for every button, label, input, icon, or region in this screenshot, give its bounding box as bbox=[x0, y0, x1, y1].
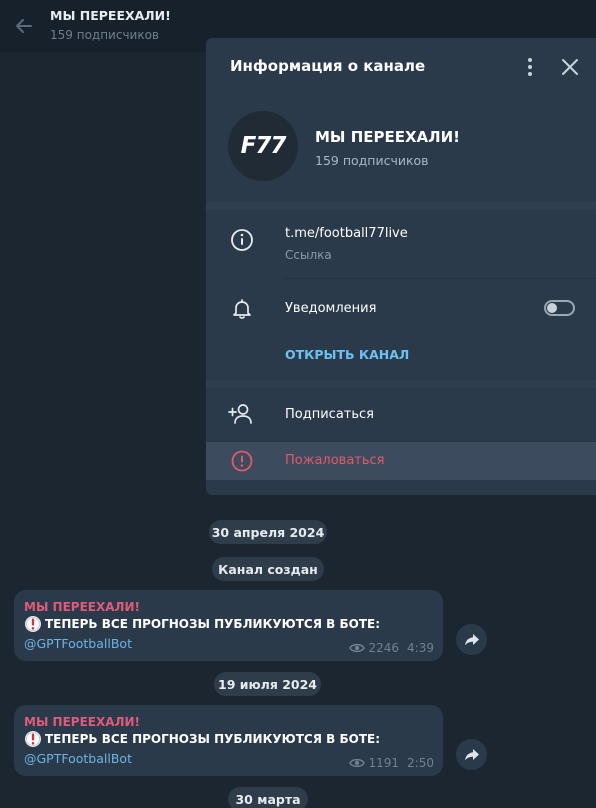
forward-button[interactable] bbox=[456, 624, 487, 655]
divider bbox=[206, 202, 596, 210]
service-message: Канал создан bbox=[212, 557, 324, 581]
open-channel-button[interactable]: ОТКРЫТЬ КАНАЛ bbox=[285, 347, 409, 362]
exclamation-icon bbox=[25, 731, 41, 747]
message-meta: 1191 2:50 bbox=[348, 756, 434, 770]
message-bubble[interactable]: МЫ ПЕРЕЕХАЛИ! ТЕПЕРЬ ВСЕ ПРОГНОЗЫ ПУБЛИК… bbox=[14, 705, 443, 776]
avatar-logo: F77 bbox=[240, 133, 287, 159]
message-text-content: ТЕПЕРЬ ВСЕ ПРОГНОЗЫ ПУБЛИКУЮТСЯ В БОТЕ: bbox=[45, 617, 380, 631]
bot-link[interactable]: @GPTFootballBot bbox=[24, 751, 132, 766]
bot-link[interactable]: @GPTFootballBot bbox=[24, 636, 132, 651]
message-time: 2:50 bbox=[407, 756, 434, 770]
channel-info-panel: Информация о канале F77 МЫ ПЕРЕЕХАЛИ! 15… bbox=[206, 38, 596, 495]
message-bubble[interactable]: МЫ ПЕРЕЕХАЛИ! ТЕПЕРЬ ВСЕ ПРОГНОЗЫ ПУБЛИК… bbox=[14, 590, 443, 661]
exclamation-icon bbox=[25, 616, 41, 632]
eye-icon bbox=[348, 758, 365, 768]
view-count: 1191 bbox=[368, 756, 400, 770]
divider bbox=[206, 380, 596, 388]
channel-name: МЫ ПЕРЕЕХАЛИ! bbox=[315, 128, 461, 146]
panel-title: Информация о канале bbox=[230, 57, 426, 75]
chat-title[interactable]: МЫ ПЕРЕЕХАЛИ! bbox=[50, 8, 171, 23]
close-icon[interactable] bbox=[559, 56, 581, 78]
notifications-label: Уведомления bbox=[285, 301, 377, 316]
forward-icon bbox=[464, 633, 479, 645]
chat-subtitle: 159 подписчиков bbox=[50, 28, 159, 42]
channel-link[interactable]: t.me/football77live bbox=[285, 226, 408, 241]
view-count: 2246 bbox=[368, 641, 400, 655]
report-button[interactable]: Пожаловаться bbox=[285, 453, 385, 468]
subscriber-count: 159 подписчиков bbox=[315, 153, 429, 168]
alert-circle-icon bbox=[231, 450, 253, 472]
info-icon bbox=[231, 229, 253, 251]
divider bbox=[285, 278, 596, 279]
report-row[interactable] bbox=[206, 442, 596, 480]
date-separator: 30 апреля 2024 bbox=[209, 520, 327, 544]
message-author[interactable]: МЫ ПЕРЕЕХАЛИ! bbox=[24, 600, 140, 614]
link-caption: Ссылка bbox=[285, 248, 332, 262]
subscribe-button[interactable]: Подписаться bbox=[285, 407, 374, 422]
date-separator: 19 июля 2024 bbox=[214, 672, 321, 696]
message-text-content: ТЕПЕРЬ ВСЕ ПРОГНОЗЫ ПУБЛИКУЮТСЯ В БОТЕ: bbox=[45, 732, 380, 746]
message-time: 4:39 bbox=[407, 641, 434, 655]
more-vertical-icon[interactable] bbox=[520, 56, 540, 78]
message-author[interactable]: МЫ ПЕРЕЕХАЛИ! bbox=[24, 715, 140, 729]
message-text: ТЕПЕРЬ ВСЕ ПРОГНОЗЫ ПУБЛИКУЮТСЯ В БОТЕ: bbox=[24, 730, 380, 748]
message-text: ТЕПЕРЬ ВСЕ ПРОГНОЗЫ ПУБЛИКУЮТСЯ В БОТЕ: bbox=[24, 615, 380, 633]
bell-icon bbox=[233, 299, 251, 319]
back-arrow-icon[interactable] bbox=[12, 14, 36, 38]
forward-icon bbox=[464, 748, 479, 760]
message-meta: 2246 4:39 bbox=[348, 641, 434, 655]
toggle-knob bbox=[547, 303, 557, 313]
add-user-icon bbox=[228, 404, 252, 424]
eye-icon bbox=[348, 643, 365, 653]
notifications-toggle[interactable] bbox=[544, 300, 575, 316]
forward-button[interactable] bbox=[456, 739, 487, 770]
avatar[interactable]: F77 bbox=[228, 111, 298, 181]
date-separator: 30 марта bbox=[228, 787, 308, 808]
